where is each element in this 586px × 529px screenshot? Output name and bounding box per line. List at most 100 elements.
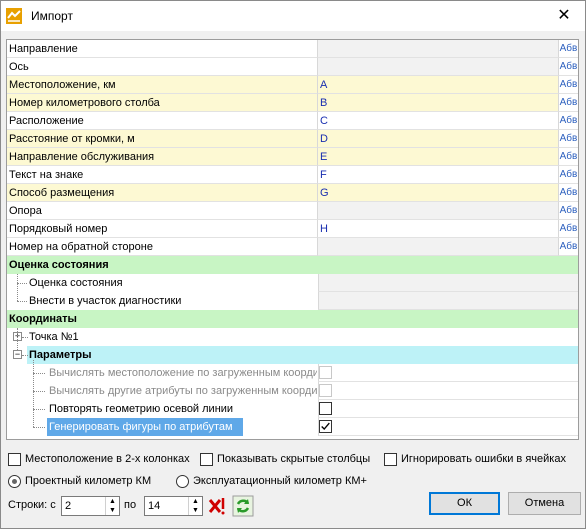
tree-connector <box>17 274 18 301</box>
tree-connector <box>33 409 45 410</box>
mapping-row[interactable]: Номер на обратной стороне Абв <box>7 238 578 256</box>
rows-from-spinner[interactable]: 2 ▲ ▼ <box>61 496 120 516</box>
column-value[interactable]: E <box>318 148 558 166</box>
tree-connector <box>33 391 45 392</box>
text-type-icon[interactable]: Абв <box>558 166 578 184</box>
parameter-row[interactable]: Вычислять местоположение по загруженным … <box>7 364 578 382</box>
collapse-minus-icon[interactable]: − <box>13 350 22 359</box>
rows-to-label: по <box>124 499 137 511</box>
field-name: Расстояние от кромки, м <box>7 130 318 148</box>
section-parameters[interactable]: Параметры <box>27 346 578 364</box>
parameter-checkbox[interactable] <box>319 366 332 379</box>
condition-row[interactable]: Оценка состояния <box>7 274 578 292</box>
close-icon: ✕ <box>557 7 571 24</box>
condition-value[interactable] <box>318 292 578 310</box>
mapping-row[interactable]: Расстояние от кромки, м D Абв <box>7 130 578 148</box>
mapping-row[interactable]: Способ размещения G Абв <box>7 184 578 202</box>
clear-range-icon[interactable] <box>206 495 228 517</box>
column-value[interactable] <box>318 238 558 256</box>
column-value[interactable]: D <box>318 130 558 148</box>
close-button[interactable]: ✕ <box>549 5 579 27</box>
tree-connector <box>33 427 45 428</box>
parameter-checkbox[interactable] <box>319 402 332 415</box>
field-name: Направление обслуживания <box>7 148 318 166</box>
radio-circle[interactable] <box>176 474 189 488</box>
mapping-row[interactable]: Опора Абв <box>7 202 578 220</box>
ok-button[interactable]: ОК <box>429 492 500 515</box>
checkbox-box[interactable] <box>8 452 21 466</box>
text-type-icon[interactable]: Абв <box>558 58 578 76</box>
radio-project-km[interactable]: Проектный километр КМ <box>8 473 151 489</box>
cancel-button[interactable]: Отмена <box>508 492 581 515</box>
location-2col-checkbox[interactable]: Местоположение в 2-х колонках <box>8 451 190 467</box>
mapping-row[interactable]: Направление Абв <box>7 40 578 58</box>
parameter-row[interactable]: Повторять геометрию осевой линии <box>7 400 578 418</box>
text-type-icon[interactable]: Абв <box>558 76 578 94</box>
checkbox-box[interactable] <box>384 452 397 466</box>
parameter-value <box>318 382 578 400</box>
parameter-row[interactable]: Вычислять другие атрибуты по загруженным… <box>7 382 578 400</box>
radio-operational-km[interactable]: Эксплуатационный километр КМ+ <box>176 473 367 489</box>
tree-connector <box>22 337 28 338</box>
mapping-row[interactable]: Номер километрового столба B Абв <box>7 94 578 112</box>
column-value[interactable] <box>318 40 558 58</box>
column-value[interactable]: B <box>318 94 558 112</box>
text-type-icon[interactable]: Абв <box>558 94 578 112</box>
text-type-icon[interactable]: Абв <box>558 184 578 202</box>
spinner-arrows[interactable]: ▲ ▼ <box>105 497 119 515</box>
mapping-row[interactable]: Текст на знаке F Абв <box>7 166 578 184</box>
section-condition[interactable]: Оценка состояния <box>7 256 578 274</box>
condition-value[interactable] <box>318 274 578 292</box>
field-name: Направление <box>7 40 318 58</box>
rows-from-label: Строки: с <box>8 499 56 511</box>
parameter-label: Повторять геометрию осевой линии <box>49 403 234 415</box>
parameter-checkbox[interactable] <box>319 420 332 433</box>
parameter-checkbox[interactable] <box>319 384 332 397</box>
tree-item-point1[interactable]: + Точка №1 <box>7 328 578 346</box>
text-type-icon[interactable]: Абв <box>558 40 578 58</box>
tree-connector <box>33 373 45 374</box>
tree-connector <box>22 355 28 356</box>
condition-row[interactable]: Внести в участок диагностики <box>7 292 578 310</box>
parameter-row[interactable]: Генерировать фигуры по атрибутам <box>7 418 578 436</box>
text-type-icon[interactable]: Абв <box>558 220 578 238</box>
field-name: Расположение <box>7 112 318 130</box>
column-value[interactable]: F <box>318 166 558 184</box>
column-value[interactable] <box>318 58 558 76</box>
parameter-label: Вычислять другие атрибуты по загруженным… <box>49 385 317 397</box>
field-name: Ось <box>7 58 318 76</box>
rows-to-spinner[interactable]: 14 ▲ ▼ <box>144 496 203 516</box>
field-name: Способ размещения <box>7 184 318 202</box>
window-title: Импорт <box>31 9 73 23</box>
text-type-icon[interactable]: Абв <box>558 238 578 256</box>
section-coordinates[interactable]: Координаты <box>7 310 578 328</box>
mapping-row[interactable]: Расположение C Абв <box>7 112 578 130</box>
radio-circle[interactable] <box>8 474 21 488</box>
import-dialog: Импорт ✕ Направление Абв Ось Абв Местоположе… <box>0 0 586 529</box>
tree-connector <box>17 301 27 302</box>
mapping-row[interactable]: Ось Абв <box>7 58 578 76</box>
field-name: Местоположение, км <box>7 76 318 94</box>
point-label: Точка №1 <box>29 331 79 343</box>
field-name: Опора <box>7 202 318 220</box>
parameter-label: Вычислять местоположение по загруженным … <box>49 367 317 379</box>
text-type-icon[interactable]: Абв <box>558 130 578 148</box>
show-hidden-checkbox[interactable]: Показывать скрытые столбцы <box>200 451 370 467</box>
column-value[interactable]: C <box>318 112 558 130</box>
mapping-row[interactable]: Направление обслуживания E Абв <box>7 148 578 166</box>
mapping-row[interactable]: Местоположение, км A Абв <box>7 76 578 94</box>
text-type-icon[interactable]: Абв <box>558 112 578 130</box>
refresh-icon[interactable] <box>232 495 254 517</box>
column-value[interactable]: A <box>318 76 558 94</box>
text-type-icon[interactable]: Абв <box>558 148 578 166</box>
column-value[interactable]: H <box>318 220 558 238</box>
checkbox-box[interactable] <box>200 452 213 466</box>
ignore-errors-checkbox[interactable]: Игнорировать ошибки в ячейках <box>384 451 566 467</box>
tree-connector <box>17 328 18 350</box>
field-name: Номер километрового столба <box>7 94 318 112</box>
mapping-row[interactable]: Порядковый номер H Абв <box>7 220 578 238</box>
column-value[interactable] <box>318 202 558 220</box>
text-type-icon[interactable]: Абв <box>558 202 578 220</box>
column-value[interactable]: G <box>318 184 558 202</box>
spinner-arrows[interactable]: ▲ ▼ <box>188 497 202 515</box>
